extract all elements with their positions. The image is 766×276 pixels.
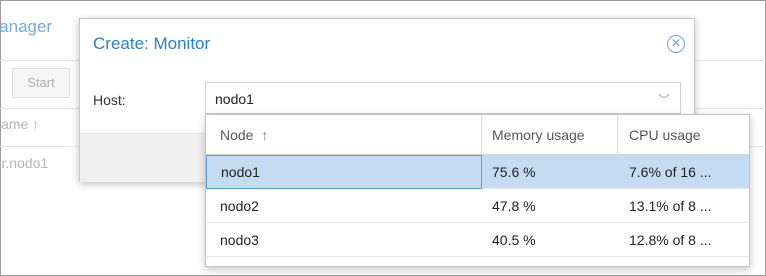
dialog-header: Create: Monitor ✕ — [80, 19, 694, 69]
table-row[interactable]: nodo3 40.5 % 12.8% of 8 ... — [206, 223, 749, 257]
cell-cpu: 12.8% of 8 ... — [629, 232, 712, 248]
table-row[interactable]: nodo2 47.8 % 13.1% of 8 ... — [206, 189, 749, 223]
cell-memory: 40.5 % — [492, 232, 536, 248]
host-value[interactable]: nodo1 — [215, 91, 254, 107]
dialog-title: Create: Monitor — [93, 34, 211, 53]
column-header-label: Node — [220, 127, 254, 143]
table-row[interactable]: nodo1 75.6 % 7.6% of 16 ... — [206, 155, 749, 189]
cell-node: nodo3 — [220, 232, 259, 248]
column-header-cpu[interactable]: CPU usage — [618, 115, 749, 155]
cell-cpu: 13.1% of 8 ... — [629, 198, 712, 214]
cell-memory: 75.6 % — [492, 164, 536, 180]
host-dropdown-grid: Node ↑ Memory usage CPU usage nodo1 75.6… — [205, 114, 750, 267]
host-label: Host: — [93, 92, 126, 108]
close-icon[interactable]: ✕ — [667, 35, 685, 53]
host-combobox[interactable]: nodo1 ﹀ — [205, 82, 681, 114]
background-list-item[interactable]: mgr.nodo1 — [0, 155, 80, 171]
sort-ascending-icon: ↑ — [261, 127, 269, 143]
chevron-down-icon[interactable]: ﹀ — [658, 91, 670, 108]
background-column-header[interactable]: Name ↑ — [0, 116, 80, 132]
grid-header: Node ↑ Memory usage CPU usage — [206, 115, 749, 155]
cell-node: nodo1 — [206, 155, 482, 189]
column-header-memory[interactable]: Memory usage — [482, 115, 618, 155]
cell-node: nodo2 — [220, 198, 259, 214]
cell-cpu: 7.6% of 16 ... — [629, 164, 712, 180]
start-button[interactable]: Start — [12, 68, 70, 98]
column-header-node[interactable]: Node ↑ — [206, 115, 482, 155]
cell-memory: 47.8 % — [492, 198, 536, 214]
